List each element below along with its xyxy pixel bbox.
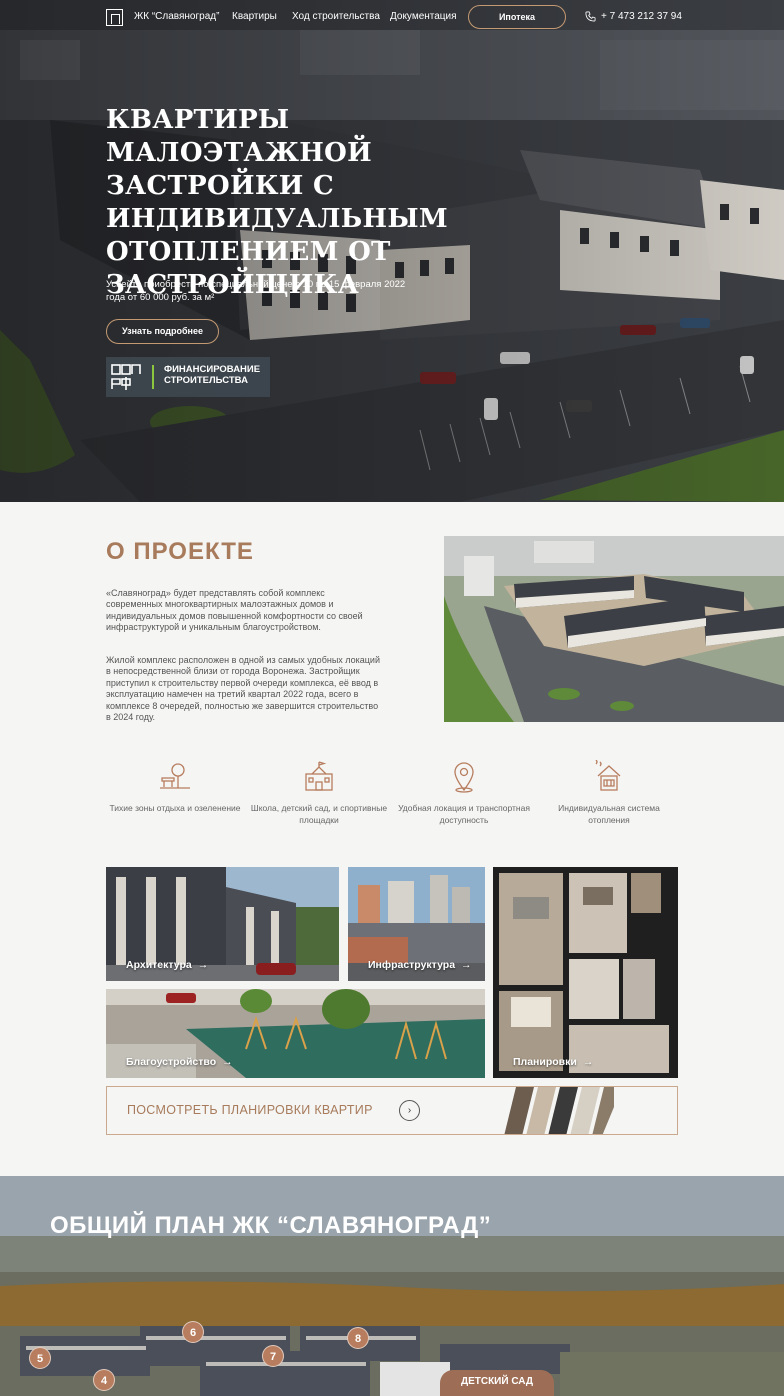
about-paragraph-2: Жилой комплекс расположен в одной из сам… [106, 655, 380, 723]
badge-line-2: СТРОИТЕЛЬСТВА [164, 374, 248, 386]
phone-number[interactable]: + 7 473 212 37 94 [601, 11, 682, 22]
feature-label-recreation: Тихие зоны отдыха и озеленение [109, 803, 241, 813]
dom-badge-text: ФИНАНСИРОВАНИЕ СТРОИТЕЛЬСТВА [164, 364, 261, 386]
tile-label-landscaping: Благоустройство → [126, 1056, 233, 1068]
view-apartment-layouts-bar[interactable]: ПОСМОТРЕТЬ ПЛАНИРОВКИ КВАРТИР › [106, 1086, 678, 1135]
building-marker-4[interactable]: 4 [93, 1369, 115, 1391]
heating-icon [595, 760, 621, 791]
tile-architecture[interactable]: Архитектура → [106, 867, 339, 981]
layouts-preview-thumbnails [504, 1087, 614, 1134]
arrow-right-icon: → [222, 1056, 233, 1068]
feature-recreation: Тихие зоны отдыха и озеленение [105, 760, 245, 814]
building-marker-5[interactable]: 5 [29, 1347, 51, 1369]
location-icon [454, 762, 474, 793]
tile-layouts[interactable]: Планировки → [493, 867, 678, 1078]
dom-rf-financing-badge: ФИНАНСИРОВАНИЕ СТРОИТЕЛЬСТВА [106, 357, 270, 397]
building-marker-8[interactable]: 8 [347, 1327, 369, 1349]
about-title: О ПРОЕКТЕ [106, 538, 254, 565]
kindergarten-label[interactable]: ДЕТСКИЙ САД [440, 1370, 554, 1396]
dom-rf-logo-icon [111, 364, 141, 390]
building-marker-7[interactable]: 7 [262, 1345, 284, 1367]
tile-label-architecture: Архитектура → [126, 959, 208, 971]
arrow-circle-icon[interactable]: › [399, 1100, 420, 1121]
hero-title: КВАРТИРЫ МАЛОЭТАЖНОЙ ЗАСТРОЙКИ С ИНДИВИД… [106, 105, 448, 300]
tile-label-infrastructure: Инфраструктура → [368, 959, 472, 971]
logo-icon[interactable] [106, 9, 123, 26]
feature-label-heating: Индивидуальная система отопления [558, 803, 660, 825]
tile-label-layouts: Планировки → [513, 1056, 593, 1068]
nav-brand[interactable]: ЖК “Славяноград” [134, 11, 219, 22]
arrow-right-icon: → [461, 959, 472, 971]
arrow-right-icon: → [582, 1056, 594, 1068]
hero-section: ЖК “Славяноград” Квартиры Ход строительс… [0, 0, 784, 502]
general-plan-aerial-image [0, 1176, 784, 1396]
arrow-right-icon: → [197, 959, 209, 971]
mortgage-button[interactable]: Ипотека [468, 5, 566, 29]
school-icon [305, 761, 333, 791]
hero-subtitle: Успейте приобрести по специальной цене с… [106, 279, 406, 303]
tile-text-infrastructure: Инфраструктура [368, 959, 456, 971]
tile-landscaping[interactable]: Благоустройство → [106, 989, 485, 1078]
park-icon [160, 763, 190, 789]
nav-link-construction-progress[interactable]: Ход строительства [292, 11, 380, 22]
tile-text-landscaping: Благоустройство [126, 1056, 217, 1068]
general-plan-section: ОБЩИЙ ПЛАН ЖК “СЛАВЯНОГРАД” 5 4 6 7 8 ДЕ… [0, 1176, 784, 1396]
badge-line-1: ФИНАНСИРОВАНИЕ [164, 364, 261, 375]
nav-link-apartments[interactable]: Квартиры [232, 11, 277, 22]
feature-label-location: Удобная локация и транспортная доступнос… [398, 803, 530, 825]
tile-text-layouts: Планировки [513, 1056, 577, 1068]
layouts-floorplan-image [493, 867, 678, 1078]
learn-more-button[interactable]: Узнать подробнее [106, 319, 219, 344]
feature-school: Школа, детский сад, и спортивные площадк… [249, 760, 389, 826]
feature-label-school: Школа, детский сад, и спортивные площадк… [250, 803, 388, 825]
feature-heating: Индивидуальная система отопления [539, 760, 679, 826]
about-aerial-image [444, 536, 784, 722]
feature-location: Удобная локация и транспортная доступнос… [394, 760, 534, 826]
general-plan-title: ОБЩИЙ ПЛАН ЖК “СЛАВЯНОГРАД” [50, 1212, 492, 1239]
phone-icon [585, 11, 596, 22]
view-layouts-text: ПОСМОТРЕТЬ ПЛАНИРОВКИ КВАРТИР [127, 1103, 373, 1117]
dom-divider [152, 365, 154, 389]
about-paragraph-1: «Славяноград» будет представлять собой к… [106, 588, 363, 633]
tile-text-architecture: Архитектура [126, 959, 192, 971]
nav-link-documentation[interactable]: Документация [390, 11, 457, 22]
building-marker-6[interactable]: 6 [182, 1321, 204, 1343]
top-navigation: ЖК “Славяноград” Квартиры Ход строительс… [0, 0, 784, 34]
tile-infrastructure[interactable]: Инфраструктура → [348, 867, 485, 981]
